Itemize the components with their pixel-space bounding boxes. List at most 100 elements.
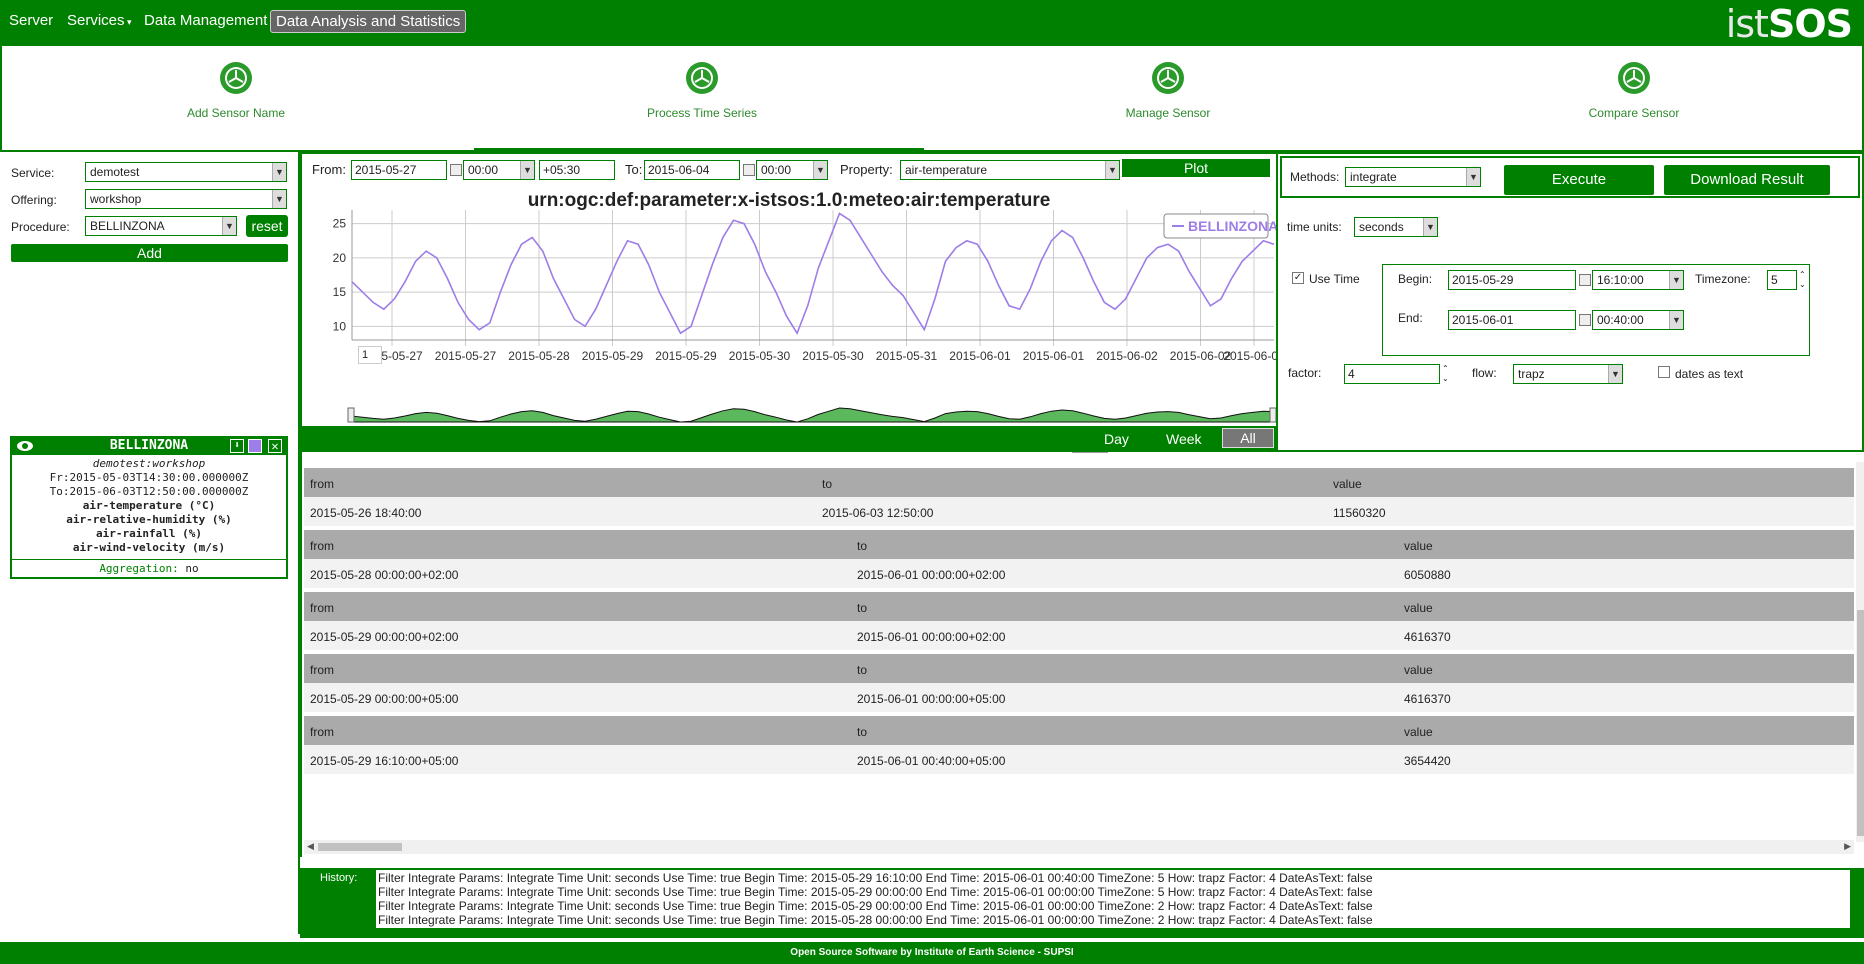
scrollbar-thumb[interactable] [1857,610,1864,836]
resize-handle[interactable] [1072,452,1108,456]
navigator-right-handle[interactable] [1269,407,1276,423]
table-header: from to value [304,654,1854,683]
column-header[interactable]: value [1333,477,1362,491]
table-row[interactable]: 2015-05-29 16:10:00+05:00 2015-06-01 00:4… [304,745,1854,774]
end-time-select[interactable]: 00:40:00 ▼ [1592,310,1684,330]
chevron-down-icon: ▼ [1105,161,1119,179]
to-time-select[interactable]: 00:00 ▼ [756,160,828,180]
step-compare-sensor[interactable]: Compare Sensor [1534,56,1734,120]
sensor-property: air-wind-velocity (m/s) [72,541,226,554]
history-log[interactable]: Filter Integrate Params: Integrate Time … [376,870,1850,928]
close-icon[interactable]: ✕ [268,439,282,453]
time-units-select[interactable]: seconds ▼ [1354,217,1438,237]
column-header[interactable]: value [1404,601,1433,615]
reset-button[interactable]: reset [246,215,288,237]
column-header[interactable]: from [310,663,334,677]
step-label: Add Sensor Name [186,106,286,120]
methods-select[interactable]: integrate ▼ [1345,167,1481,187]
scroll-left-icon[interactable]: ◀ [307,841,314,852]
wizard-steps: Add Sensor Name Process Time Series Mana… [0,46,1864,152]
timezone-spinner[interactable]: 5 [1767,270,1797,290]
execute-button[interactable]: Execute [1504,165,1654,195]
step-manage-sensor[interactable]: Manage Sensor [1068,56,1268,120]
offering-select[interactable]: workshop ▼ [85,189,287,209]
scroll-right-icon[interactable]: ▶ [1844,841,1851,852]
dates-as-text-checkbox[interactable] [1658,366,1670,378]
end-date-input[interactable]: 2015-06-01 [1448,310,1576,330]
calendar-icon[interactable] [743,164,755,176]
begin-time-select[interactable]: 16:10:00 ▼ [1592,270,1684,290]
procedure-select[interactable]: BELLINZONA ▼ [85,216,237,236]
scrollbar-thumb[interactable] [318,843,402,851]
table-row[interactable]: 2015-05-29 00:00:00+02:00 2015-06-01 00:0… [304,621,1854,650]
flow-label: flow: [1472,366,1497,380]
download-result-button[interactable]: Download Result [1664,165,1830,195]
column-header[interactable]: to [857,539,867,553]
roll-period-input[interactable]: 1 [358,346,382,364]
menu-server[interactable]: Server [9,12,53,29]
begin-date-input[interactable]: 2015-05-29 [1448,270,1576,290]
use-time-checkbox[interactable]: ✓ [1292,272,1304,284]
timezone-input[interactable]: +05:30 [539,160,615,180]
navigator-left-handle[interactable] [347,407,355,423]
time-window-box: Begin: 2015-05-29 16:10:00 ▼ Timezone: 5 … [1382,264,1810,356]
table-cell: 2015-06-01 00:00:00+05:00 [857,692,1006,706]
menu-services[interactable]: Services ▾ [67,12,132,29]
from-date-input[interactable]: 2015-05-27 [351,160,447,180]
column-header[interactable]: value [1404,725,1433,739]
step-label: Compare Sensor [1588,106,1680,120]
table-header: from to value [304,592,1854,621]
spinner-arrows-icon[interactable]: ⌃ ⌄ [1799,270,1806,290]
y-tick-label: 15 [333,285,347,299]
table-header: from to value [304,468,1854,497]
add-button[interactable]: Add [11,244,288,262]
to-date-input[interactable]: 2015-06-04 [644,160,740,180]
step-process-time-series[interactable]: Process Time Series [602,56,802,120]
calendar-icon[interactable] [1579,274,1591,286]
factor-spinner[interactable]: 4 [1344,364,1440,384]
time-units-label: time units: [1287,220,1342,234]
column-header[interactable]: to [857,663,867,677]
from-time-select[interactable]: 00:00 ▼ [463,160,535,180]
property-select[interactable]: air-temperature ▼ [900,160,1120,180]
column-header[interactable]: from [310,601,334,615]
column-header[interactable]: value [1404,663,1433,677]
sensor-name: BELLINZONA [109,438,189,453]
chevron-down-icon: ▼ [272,190,286,208]
eye-icon[interactable] [16,439,34,457]
calendar-icon[interactable] [1579,314,1591,326]
vertical-scrollbar[interactable] [1856,462,1864,842]
column-header[interactable]: to [857,601,867,615]
chevron-down-icon: ▼ [222,217,236,235]
table-row[interactable]: 2015-05-28 00:00:00+02:00 2015-06-01 00:0… [304,559,1854,588]
range-week-button[interactable]: Week [1166,431,1202,447]
table-row[interactable]: 2015-05-26 18:40:00 2015-06-03 12:50:00 11… [304,497,1854,526]
color-swatch[interactable] [248,439,262,453]
spinner-arrows-icon[interactable]: ⌃ ⌄ [1442,364,1449,384]
column-header[interactable]: from [310,725,334,739]
column-header[interactable]: to [857,725,867,739]
horizontal-scrollbar[interactable]: ◀ ▶ [304,840,1854,854]
service-select[interactable]: demotest ▼ [85,162,287,182]
step-add-sensor-name[interactable]: Add Sensor Name [136,56,336,120]
flow-select[interactable]: trapz ▼ [1513,364,1623,384]
plot-button[interactable]: Plot [1122,159,1270,177]
property-label: Property: [840,162,893,177]
table-cell: 2015-05-29 00:00:00+05:00 [310,692,459,706]
menu-data-management[interactable]: Data Management [144,12,267,29]
column-header[interactable]: from [310,477,334,491]
menu-data-analysis[interactable]: Data Analysis and Statistics [270,10,467,33]
to-label: To: [625,162,643,177]
column-header[interactable]: value [1404,539,1433,553]
range-selector-bar: Day Week All [302,426,1276,450]
download-icon[interactable]: ⬇ [230,439,244,453]
range-day-button[interactable]: Day [1104,431,1129,447]
column-header[interactable]: from [310,539,334,553]
table-row[interactable]: 2015-05-29 00:00:00+05:00 2015-06-01 00:0… [304,683,1854,712]
range-all-button[interactable]: All [1222,428,1274,448]
calendar-icon[interactable] [450,164,462,176]
column-header[interactable]: to [822,477,832,491]
x-tick-label: 2015-06-01 [949,349,1011,363]
gear-icon [1152,62,1184,94]
gear-icon [1618,62,1650,94]
